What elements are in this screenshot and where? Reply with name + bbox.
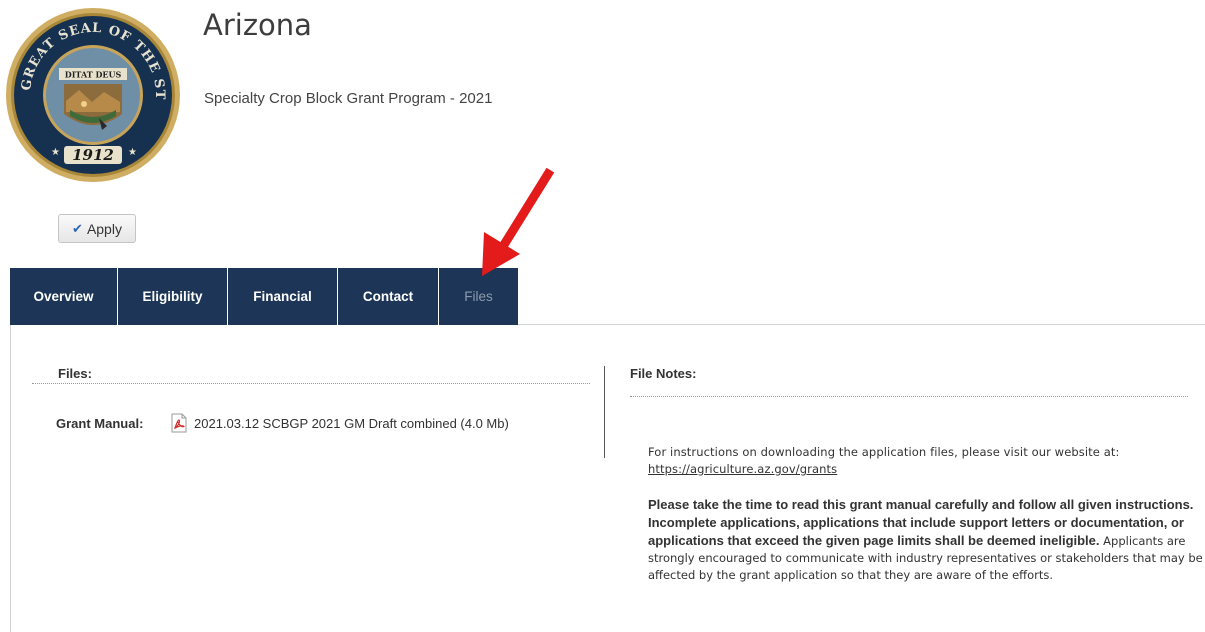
state-seal-logo: GREAT SEAL OF THE STATE OF ARIZONA DITAT… [4,6,180,182]
tab-bar: Overview Eligibility Financial Contact F… [10,268,518,325]
content-border [10,325,11,632]
tab-contact[interactable]: Contact [338,268,439,325]
instructions-body: For instructions on downloading the appl… [648,445,1120,459]
program-name: Specialty Crop Block Grant Program - 202… [204,90,493,107]
files-heading: Files: [58,366,92,381]
tab-financial[interactable]: Financial [228,268,338,325]
grant-manual-file-link[interactable]: 2021.03.12 SCBGP 2021 GM Draft combined … [170,413,509,433]
apply-button-label: Apply [86,220,122,237]
apply-button[interactable]: ✔ Apply [58,214,136,243]
tab-eligibility[interactable]: Eligibility [118,268,228,325]
svg-text:★: ★ [128,147,137,158]
files-divider [32,383,590,384]
svg-text:DITAT DEUS: DITAT DEUS [65,70,122,80]
file-notes-heading: File Notes: [630,366,697,381]
organization-name: Arizona [203,8,312,42]
svg-text:★: ★ [51,147,60,158]
instructions-text: For instructions on downloading the appl… [648,444,1193,478]
notice-text: Please take the time to read this grant … [648,496,1203,584]
check-icon: ✔ [72,220,83,236]
red-arrow-icon [482,168,555,276]
page: GREAT SEAL OF THE STATE OF ARIZONA DITAT… [0,0,1205,632]
svg-text:1912: 1912 [72,146,114,164]
file-notes-divider [630,396,1188,397]
tab-overview[interactable]: Overview [10,268,118,325]
grant-manual-file-name: 2021.03.12 SCBGP 2021 GM Draft combined … [194,415,509,431]
grants-website-link[interactable]: https://agriculture.az.gov/grants [648,462,837,476]
tab-bar-underline [518,324,1205,325]
pdf-icon [171,413,187,433]
grant-manual-label: Grant Manual: [56,416,144,431]
panel-divider [604,366,605,458]
